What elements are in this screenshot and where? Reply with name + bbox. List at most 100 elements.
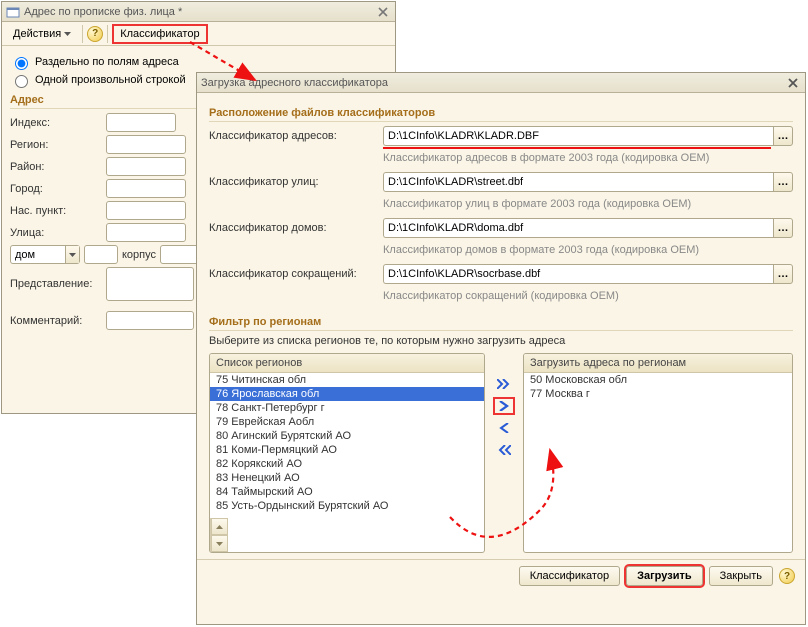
- footer-classifier-button[interactable]: Классификатор: [519, 566, 620, 586]
- scrollbar[interactable]: [210, 518, 227, 552]
- label-index: Индекс:: [10, 117, 100, 129]
- input-representation[interactable]: [106, 267, 194, 301]
- list-item[interactable]: 80 Агинский Бурятский АО: [210, 429, 484, 443]
- annotation-underline: [383, 147, 771, 149]
- radio-free-string-input[interactable]: [15, 75, 28, 88]
- list-item[interactable]: 82 Корякский АО: [210, 457, 484, 471]
- radio-by-fields-label: Раздельно по полям адреса: [35, 56, 179, 68]
- list-item[interactable]: 75 Читинская обл: [210, 373, 484, 387]
- section-files: Расположение файлов классификаторов: [209, 107, 793, 122]
- list-item[interactable]: 50 Московская обл: [524, 373, 792, 387]
- label-locality: Нас. пункт:: [10, 205, 100, 217]
- hint-abbr: Классификатор сокращений (кодировка OEM): [383, 290, 793, 302]
- list-regions-header: Список регионов: [210, 354, 484, 373]
- list-item[interactable]: 81 Коми-Пермяцкий АО: [210, 443, 484, 457]
- input-addr-value: D:\1CInfo\KLADR\KLADR.DBF: [388, 130, 539, 142]
- close-label: Закрыть: [720, 570, 762, 582]
- list-item[interactable]: 84 Таймырский АО: [210, 485, 484, 499]
- titlebar[interactable]: Адрес по прописке физ. лица *: [2, 2, 395, 22]
- input-house[interactable]: [84, 245, 118, 264]
- close-icon[interactable]: [375, 5, 391, 19]
- list-selected[interactable]: Загрузить адреса по регионам 50 Московск…: [523, 353, 793, 553]
- hint-addr: Классификатор адресов в формате 2003 год…: [383, 152, 793, 164]
- section-filter: Фильтр по регионам: [209, 316, 793, 331]
- browse-button[interactable]: …: [773, 218, 793, 238]
- list-item[interactable]: 77 Москва г: [524, 387, 792, 401]
- label-street: Улица:: [10, 227, 100, 239]
- chevron-down-icon: [65, 246, 79, 263]
- label-region: Регион:: [10, 139, 100, 151]
- input-abbr-value: D:\1CInfo\KLADR\socrbase.dbf: [388, 268, 540, 280]
- list-selected-header: Загрузить адреса по регионам: [524, 354, 792, 373]
- house-type-combo[interactable]: дом: [10, 245, 80, 264]
- move-all-left[interactable]: [493, 441, 515, 459]
- toolbar: Действия ? Классификатор: [2, 22, 395, 46]
- help-icon[interactable]: ?: [87, 26, 103, 42]
- input-house-value: D:\1CInfo\KLADR\doma.dbf: [388, 222, 523, 234]
- load-button[interactable]: Загрузить: [626, 566, 703, 586]
- close-icon[interactable]: [785, 76, 801, 90]
- input-comment[interactable]: [106, 311, 194, 330]
- list-item[interactable]: 85 Усть-Ордынский Бурятский АО: [210, 499, 484, 513]
- label-house: Классификатор домов:: [209, 222, 377, 234]
- move-right[interactable]: [493, 397, 515, 415]
- label-abbr: Классификатор сокращений:: [209, 268, 377, 280]
- list-item[interactable]: 83 Ненецкий АО: [210, 471, 484, 485]
- list-item[interactable]: 76 Ярославская обл: [210, 387, 484, 401]
- label-addr: Классификатор адресов:: [209, 130, 377, 142]
- move-left[interactable]: [493, 419, 515, 437]
- scroll-up-icon[interactable]: [211, 518, 228, 535]
- house-type-value: дом: [15, 249, 35, 261]
- label-comment: Комментарий:: [10, 315, 100, 327]
- browse-button[interactable]: …: [773, 264, 793, 284]
- window-title: Загрузка адресного классификатора: [201, 77, 388, 89]
- hint-house: Классификатор домов в формате 2003 года …: [383, 244, 793, 256]
- classifier-label: Классификатор: [120, 28, 199, 40]
- input-district[interactable]: [106, 157, 186, 176]
- radio-by-fields-input[interactable]: [15, 57, 28, 70]
- help-icon[interactable]: ?: [779, 568, 795, 584]
- actions-label: Действия: [13, 28, 61, 40]
- browse-button[interactable]: …: [773, 126, 793, 146]
- label-representation: Представление:: [10, 278, 100, 290]
- label-district: Район:: [10, 161, 100, 173]
- window-title: Адрес по прописке физ. лица *: [24, 6, 182, 18]
- window-icon: [6, 5, 20, 19]
- input-city[interactable]: [106, 179, 186, 198]
- input-addr[interactable]: D:\1CInfo\KLADR\KLADR.DBF: [383, 126, 773, 146]
- input-street[interactable]: D:\1CInfo\KLADR\street.dbf: [383, 172, 773, 192]
- label-street: Классификатор улиц:: [209, 176, 377, 188]
- list-item[interactable]: 78 Санкт-Петербург г: [210, 401, 484, 415]
- input-index[interactable]: [106, 113, 176, 132]
- input-street-value: D:\1CInfo\KLADR\street.dbf: [388, 176, 523, 188]
- filter-hint: Выберите из списка регионов те, по котор…: [209, 335, 793, 347]
- list-item[interactable]: 79 Еврейская Аобл: [210, 415, 484, 429]
- scroll-down-icon[interactable]: [211, 535, 228, 552]
- label-building: корпус: [122, 249, 156, 261]
- move-buttons: [493, 353, 515, 553]
- toolbar-divider: [82, 25, 83, 43]
- classifier-button[interactable]: Классификатор: [112, 24, 207, 44]
- toolbar-divider: [107, 25, 108, 43]
- input-building[interactable]: [160, 245, 200, 264]
- footer: Классификатор Загрузить Закрыть ?: [197, 559, 805, 592]
- label-city: Город:: [10, 183, 100, 195]
- window-loader: Загрузка адресного классификатора Распол…: [196, 72, 806, 625]
- hint-street: Классификатор улиц в формате 2003 года (…: [383, 198, 793, 210]
- list-regions[interactable]: Список регионов 75 Читинская обл76 Яросл…: [209, 353, 485, 553]
- chevron-down-icon: [64, 32, 71, 36]
- input-locality[interactable]: [106, 201, 186, 220]
- input-region[interactable]: [106, 135, 186, 154]
- input-street[interactable]: [106, 223, 186, 242]
- footer-classifier-label: Классификатор: [530, 570, 609, 582]
- titlebar[interactable]: Загрузка адресного классификатора: [197, 73, 805, 93]
- move-all-right[interactable]: [493, 375, 515, 393]
- browse-button[interactable]: …: [773, 172, 793, 192]
- input-house[interactable]: D:\1CInfo\KLADR\doma.dbf: [383, 218, 773, 238]
- load-label: Загрузить: [637, 570, 692, 582]
- radio-by-fields[interactable]: Раздельно по полям адреса: [10, 54, 387, 70]
- radio-free-string-label: Одной произвольной строкой: [35, 74, 186, 86]
- input-abbr[interactable]: D:\1CInfo\KLADR\socrbase.dbf: [383, 264, 773, 284]
- actions-menu[interactable]: Действия: [6, 24, 78, 44]
- close-button[interactable]: Закрыть: [709, 566, 773, 586]
